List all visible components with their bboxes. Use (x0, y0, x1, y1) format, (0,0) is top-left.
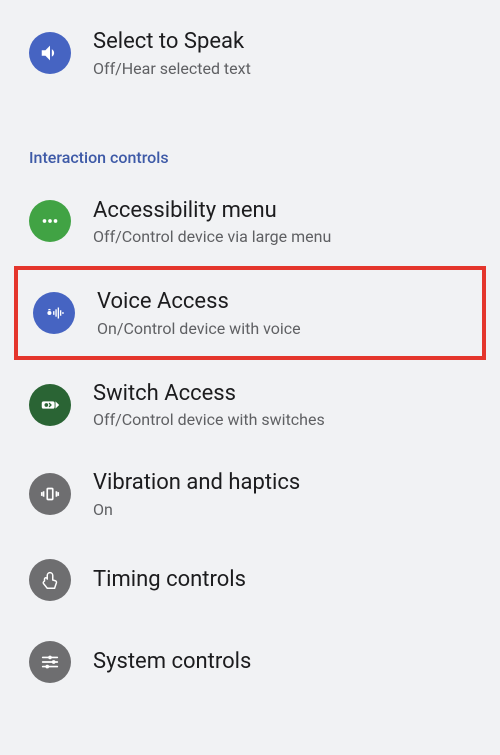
accessibility-menu-item[interactable]: Accessibility menu Off/Control device vi… (0, 177, 500, 267)
text-wrap: System controls (93, 648, 251, 677)
voice-icon (33, 292, 75, 334)
touch-icon (29, 559, 71, 601)
item-title: Timing controls (93, 566, 246, 595)
system-controls-item[interactable]: System controls (0, 621, 500, 703)
item-subtitle: Off/Hear selected text (93, 59, 251, 78)
item-title: Select to Speak (93, 28, 251, 57)
item-title: Accessibility menu (93, 197, 331, 226)
vibration-icon (29, 473, 71, 515)
text-wrap: Vibration and haptics On (93, 469, 300, 519)
timing-controls-item[interactable]: Timing controls (0, 539, 500, 621)
speak-icon (29, 32, 71, 74)
text-wrap: Accessibility menu Off/Control device vi… (93, 197, 331, 247)
text-wrap: Timing controls (93, 566, 246, 595)
select-to-speak-item[interactable]: Select to Speak Off/Hear selected text (0, 8, 500, 98)
voice-access-item[interactable]: Voice Access On/Control device with voic… (14, 266, 486, 360)
vibration-item[interactable]: Vibration and haptics On (0, 449, 500, 539)
dots-icon (29, 200, 71, 242)
item-title: Voice Access (97, 288, 301, 317)
sliders-icon (29, 641, 71, 683)
settings-list: Select to Speak Off/Hear selected text I… (0, 0, 500, 703)
text-wrap: Voice Access On/Control device with voic… (97, 288, 301, 338)
text-wrap: Switch Access Off/Control device with sw… (93, 380, 325, 430)
item-title: Vibration and haptics (93, 469, 300, 498)
section-header: Interaction controls (0, 128, 500, 177)
switch-access-item[interactable]: Switch Access Off/Control device with sw… (0, 360, 500, 450)
item-subtitle: On (93, 500, 300, 519)
item-title: Switch Access (93, 380, 325, 409)
item-subtitle: Off/Control device with switches (93, 410, 325, 429)
item-subtitle: Off/Control device via large menu (93, 227, 331, 246)
item-title: System controls (93, 648, 251, 677)
text-wrap: Select to Speak Off/Hear selected text (93, 28, 251, 78)
switch-icon (29, 384, 71, 426)
item-subtitle: On/Control device with voice (97, 319, 301, 338)
